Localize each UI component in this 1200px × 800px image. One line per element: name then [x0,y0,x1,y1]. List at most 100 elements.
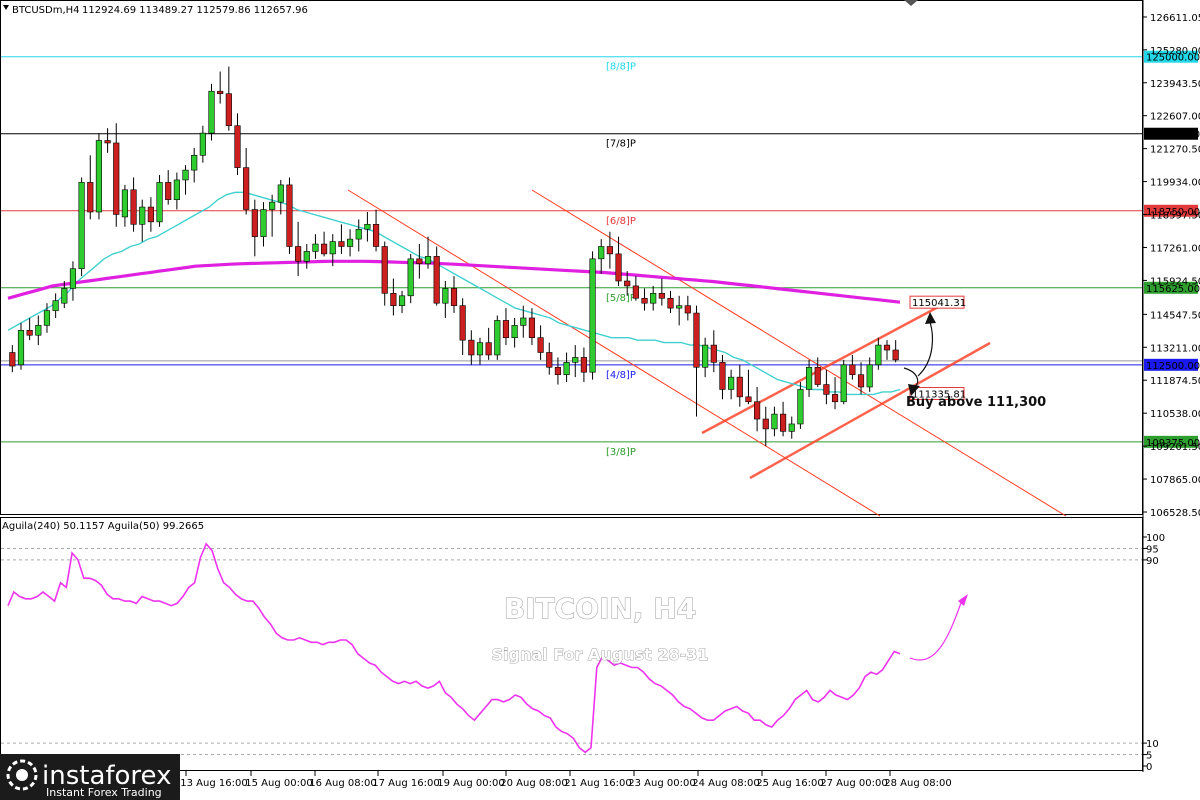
candle-body [416,258,423,265]
candle-body [355,228,362,240]
oscillator-tick-label: 95 [1146,544,1159,555]
candle-body [251,209,258,237]
candle-body [857,374,865,388]
time-tick-label: 28 Aug 08:00 [884,778,951,789]
candle-body [546,352,553,368]
candle-body [693,312,700,368]
time-axis: 13 Aug 16:0015 Aug 00:0016 Aug 08:0017 A… [180,771,952,789]
oscillator-tick-label: 5 [1146,751,1152,762]
candle-body [321,243,328,255]
candle-body [407,258,414,297]
candle-body [346,238,354,247]
candle-body [450,288,458,306]
candle-body [260,209,267,237]
candle-body [243,167,250,210]
candle-body [650,293,657,304]
candle-body [269,201,276,210]
candle-body [849,364,856,375]
oscillator-tick-label: 90 [1146,556,1159,567]
candle-body [139,206,146,225]
candle-body [173,179,180,200]
candle-body [26,330,33,336]
candle-body [892,349,899,361]
price-tag-text: 115041.31 [912,298,966,309]
candle-body [624,280,631,287]
candle-body [719,362,726,390]
candle-body [442,288,449,304]
candle-body [17,330,25,366]
candle-body [9,352,16,367]
candles [9,66,899,447]
time-tick-label: 25 Aug 16:00 [756,778,823,789]
candle-body [286,184,293,247]
price-tick-label: 122607.00 [1150,112,1200,123]
price-tick-label: 118597.50 [1150,211,1200,222]
oscillator-tick-label: 10 [1146,739,1159,750]
price-tick-label: 106528.50 [1150,508,1200,519]
candle-body [208,90,215,134]
descending-channel-line [531,189,1067,517]
candle-body [372,224,380,247]
time-tick-label: 13 Aug 16:00 [180,778,247,789]
price-tick-label: 125280.00 [1150,46,1200,57]
candle-body [598,246,605,260]
candle-body [35,325,42,336]
candle-body [520,317,527,326]
forecast-arrow-head [958,594,968,606]
time-tick-label: 20 Aug 08:00 [500,778,567,789]
candle-body [702,344,709,368]
candle-body [823,384,830,395]
candle-body [805,366,813,390]
candle-body [199,132,206,156]
level-label: [4/8]P [606,370,636,381]
candle-body [165,182,172,200]
candle-body [563,362,570,375]
forecast-arrow [909,599,963,661]
level-label: [8/8]P [606,62,636,73]
candle-body [658,293,665,299]
candle-body [814,366,821,385]
buy-annotation: Buy above 111,300 [906,395,1046,410]
price-tick-label: 111874.50 [1150,376,1200,387]
candle-body [225,93,232,127]
candle-body [147,206,154,223]
candle-body [528,317,536,338]
candle-body [113,142,120,215]
candle-body [511,325,518,338]
level-price-text: 121875.00 [1146,130,1200,141]
candle-body [476,342,484,356]
candle-body [684,305,691,314]
time-tick-label: 27 Aug 00:00 [820,778,887,789]
candle-body [710,344,717,363]
candle-body [754,401,761,420]
dropdown-triangle-icon[interactable] [3,5,9,10]
scroll-marker-icon[interactable] [904,0,918,6]
indicator-header: Aguila(240) 50.1157 Aguila(50) 99.2665 [2,521,204,532]
price-axis: 126611.05 125280.00 123943.50 122607.00 1212… [1143,13,1200,519]
time-tick-label: 21 Aug 16:00 [564,778,631,789]
candle-body [459,305,466,341]
candle-body [43,310,51,326]
candle-body [398,295,406,306]
candle-body [329,241,336,255]
candle-body [537,337,544,353]
price-tick-label: 123943.50 [1150,79,1200,90]
candle-body [69,268,77,289]
candle-body [234,125,241,168]
candle-body [831,394,839,403]
candle-body [104,140,111,144]
candle-body [641,297,648,304]
candle-body [840,364,847,403]
candle-body [797,389,804,425]
candle-body [121,189,128,218]
candle-body [87,182,94,213]
candle-body [130,189,137,225]
candle-body [728,376,735,390]
level-label: [7/8]P [606,139,636,150]
candle-body [95,140,103,213]
candle-body [468,339,475,356]
price-tick-label: 117261.00 [1150,243,1200,254]
ohlc-label: 112924.69 113489.27 112579.86 112657.96 [82,5,308,16]
time-tick-label: 15 Aug 00:00 [245,778,312,789]
chart-subtitle: Signal For August 28-31 [492,645,709,664]
